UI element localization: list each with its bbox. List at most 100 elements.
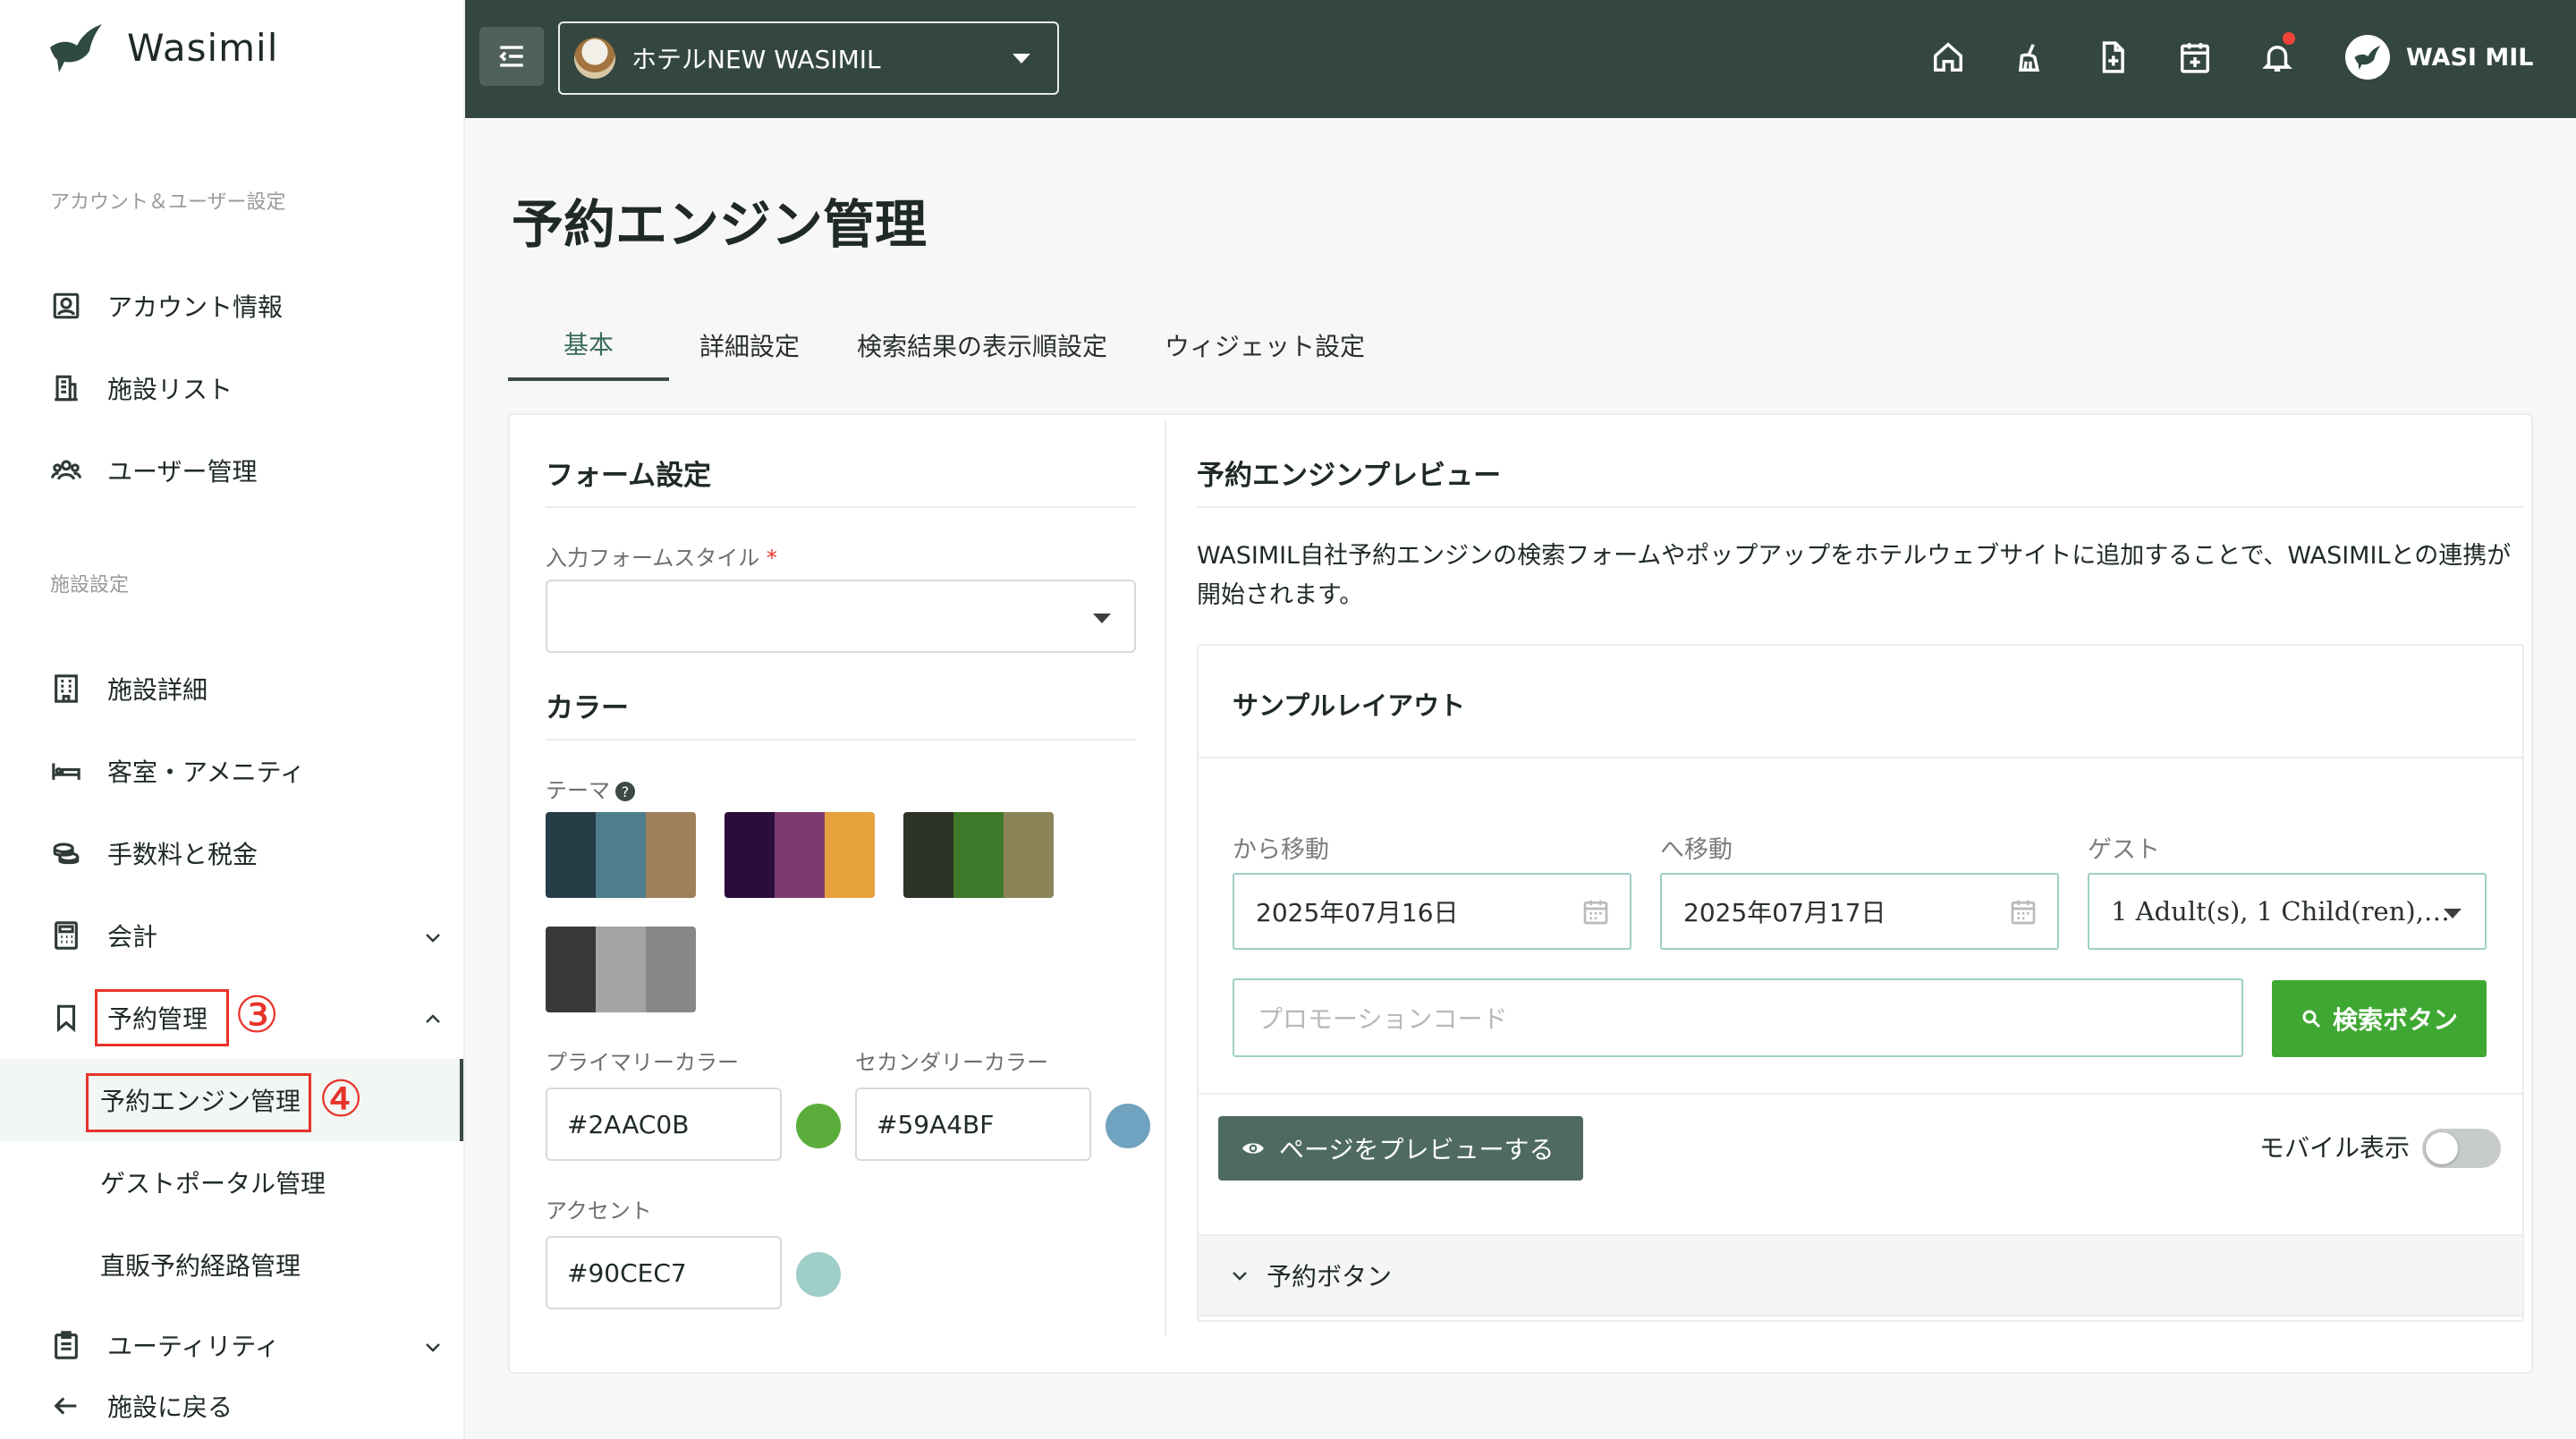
tab-advanced[interactable]: 詳細設定 <box>687 309 812 381</box>
divider <box>546 506 1136 508</box>
theme-swatch-1[interactable] <box>546 812 696 898</box>
bookmark-icon <box>50 1002 82 1034</box>
primary-color-preview[interactable] <box>796 1104 841 1148</box>
checkout-label: へ移動 <box>1660 836 1733 864</box>
sidebar-item-user-management[interactable]: ユーザー管理 <box>50 445 444 495</box>
app-logo[interactable]: Wasimil <box>47 18 278 77</box>
annotation-box-4 <box>86 1073 311 1132</box>
top-header: ホテルNEW WASIMIL WASI MIL <box>465 0 2576 118</box>
swatch-color <box>596 927 646 1012</box>
accent-color-preview[interactable] <box>796 1252 841 1297</box>
notification-dot <box>2283 32 2295 45</box>
sidebar-item-label: 施設に戻る <box>107 1392 233 1422</box>
sidebar-item-utility[interactable]: ユーティリティ <box>50 1320 444 1370</box>
hotel-name: ホテルNEW WASIMIL <box>631 45 881 74</box>
checkout-date-input[interactable]: 2025年07月17日 <box>1660 873 2059 950</box>
coins-icon <box>50 837 82 869</box>
annotation-step-4: ④ <box>318 1071 364 1129</box>
sidebar-item-account-info[interactable]: アカウント情報 <box>50 281 444 331</box>
theme-swatch-4[interactable] <box>546 927 696 1012</box>
caret-down-icon <box>1093 614 1111 623</box>
collapse-sidebar-button[interactable] <box>479 27 544 86</box>
promo-code-input[interactable]: プロモーションコード <box>1233 978 2243 1057</box>
search-button[interactable]: 検索ボタン <box>2272 980 2487 1057</box>
swatch-color <box>596 812 646 898</box>
swatch-color <box>724 812 775 898</box>
arrow-left-icon <box>50 1390 82 1422</box>
color-title: カラー <box>546 692 629 724</box>
swatch-color <box>775 812 825 898</box>
tab-basic[interactable]: 基本 <box>508 309 669 381</box>
preview-page-button[interactable]: ページをプレビューする <box>1218 1116 1583 1181</box>
sidebar-item-rooms[interactable]: 客室・アメニティ <box>50 746 444 796</box>
sidebar-item-fees-taxes[interactable]: 手数料と税金 <box>50 828 444 878</box>
sidebar-item-facility-detail[interactable]: 施設詳細 <box>50 664 444 714</box>
tab-sort-order[interactable]: 検索結果の表示順設定 <box>839 309 1125 381</box>
theme-swatch-3[interactable] <box>903 812 1054 898</box>
sidebar: Wasimil アカウント＆ユーザー設定 アカウント情報 施設リスト ユーザー管… <box>0 0 465 1439</box>
guest-label: ゲスト <box>2088 836 2160 864</box>
swatch-color <box>953 812 1004 898</box>
form-settings-title: フォーム設定 <box>546 460 712 492</box>
page-title: 予約エンジン管理 <box>512 194 928 255</box>
facility-icon <box>50 673 82 705</box>
checkin-date-input[interactable]: 2025年07月16日 <box>1233 873 1631 950</box>
preview-title: 予約エンジンプレビュー <box>1197 460 1502 492</box>
search-button-label: 検索ボタン <box>2332 1005 2458 1035</box>
hotel-selector[interactable]: ホテルNEW WASIMIL <box>558 21 1059 95</box>
home-icon[interactable] <box>1928 38 1968 77</box>
calendar-plus-icon[interactable] <box>2175 38 2215 77</box>
user-menu[interactable]: WASI MIL <box>2345 32 2533 82</box>
tab-widget[interactable]: ウィジェット設定 <box>1148 309 1381 381</box>
sidebar-subitem-direct-channel[interactable]: 直販予約経路管理 <box>100 1240 301 1290</box>
file-plus-icon[interactable] <box>2093 38 2132 77</box>
swatch-color <box>1004 812 1054 898</box>
divider <box>1199 1093 2522 1095</box>
help-icon[interactable]: ? <box>615 782 635 801</box>
theme-label-text: テーマ <box>546 778 610 803</box>
secondary-color-label: セカンダリーカラー <box>855 1050 1048 1075</box>
primary-color-input[interactable]: #2AAC0B <box>546 1088 782 1161</box>
input-style-label: 入力フォームスタイル * <box>546 540 777 571</box>
swatch-color <box>825 812 875 898</box>
accordion-label: 予約ボタン <box>1267 1262 1393 1291</box>
chevron-down-icon <box>1233 1272 1247 1281</box>
chevron-up-icon <box>422 1007 444 1028</box>
accent-color-input[interactable]: #90CEC7 <box>546 1236 782 1309</box>
required-mark: * <box>766 546 777 571</box>
chevron-down-icon <box>422 925 444 946</box>
back-to-facility-link[interactable]: 施設に戻る <box>50 1381 444 1431</box>
reserve-button-accordion[interactable]: 予約ボタン <box>1197 1234 2524 1316</box>
chevron-down-icon <box>422 1334 444 1356</box>
menu-collapse-icon <box>499 46 523 67</box>
search-icon <box>2302 1010 2321 1028</box>
swatch-color <box>546 927 596 1012</box>
eye-icon <box>1242 1143 1264 1154</box>
accent-color-label: アクセント <box>546 1198 652 1223</box>
sidebar-item-label: ユーティリティ <box>107 1332 280 1361</box>
guest-select[interactable]: 1 Adult(s), 1 Child(ren),… <box>2088 873 2487 950</box>
input-style-select[interactable] <box>546 580 1136 653</box>
sidebar-subitem-guest-portal[interactable]: ゲストポータル管理 <box>100 1157 326 1207</box>
secondary-color-preview[interactable] <box>1106 1104 1150 1148</box>
sidebar-item-facility-list[interactable]: 施設リスト <box>50 363 444 413</box>
bell-icon[interactable] <box>2258 32 2297 77</box>
checkin-date-value: 2025年07月16日 <box>1256 898 1459 927</box>
sidebar-item-label: 施設リスト <box>107 375 233 404</box>
section-label-facility: 施設設定 <box>50 574 130 597</box>
sidebar-item-label: 施設詳細 <box>107 675 208 705</box>
sidebar-item-accounting[interactable]: 会計 <box>50 910 444 961</box>
users-icon <box>50 454 82 487</box>
swatch-color <box>646 927 696 1012</box>
broom-icon[interactable] <box>2011 38 2050 77</box>
sidebar-item-label: アカウント情報 <box>107 292 284 322</box>
secondary-color-input[interactable]: #59A4BF <box>855 1088 1091 1161</box>
theme-swatch-2[interactable] <box>724 812 875 898</box>
preview-description: WASIMIL自社予約エンジンの検索フォームやポップアップをホテルウェブサイトに… <box>1197 542 2512 609</box>
account-icon <box>50 290 82 322</box>
mobile-view-toggle[interactable] <box>2422 1129 2501 1168</box>
divider <box>1197 506 2524 508</box>
calculator-icon <box>50 919 82 952</box>
swatch-color <box>546 812 596 898</box>
bed-icon <box>50 755 82 787</box>
